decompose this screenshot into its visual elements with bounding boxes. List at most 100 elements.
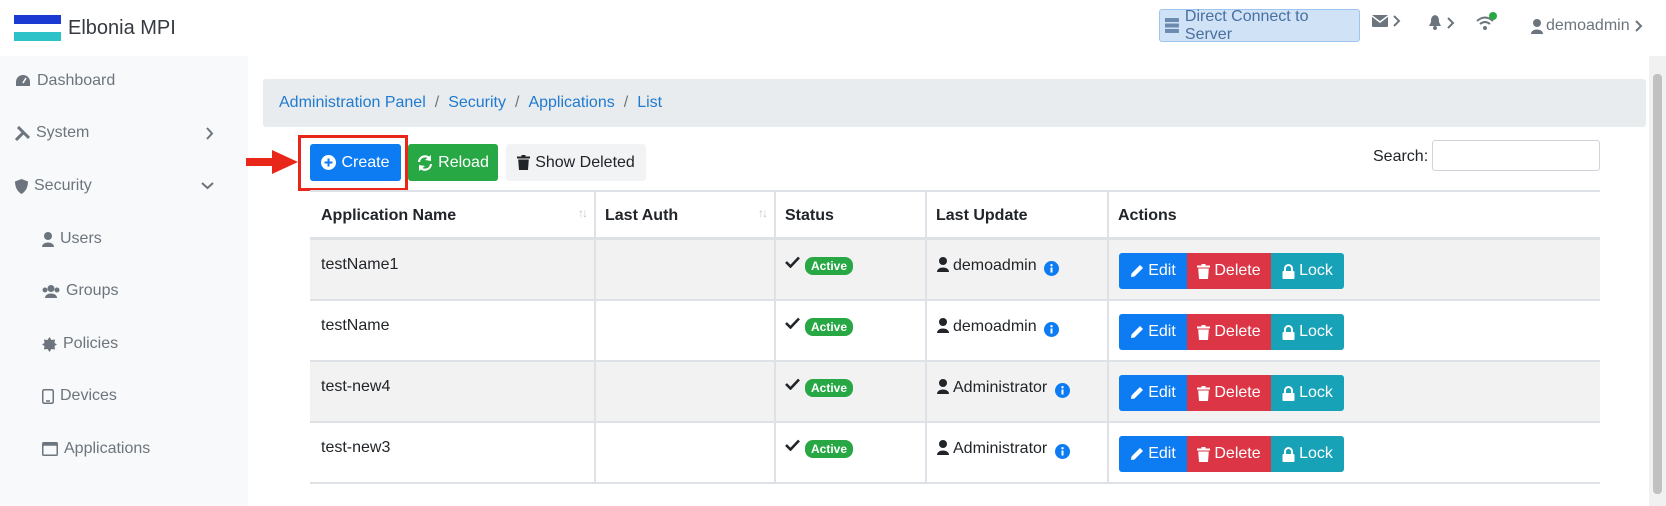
- sidebar-item-users[interactable]: Users: [42, 230, 102, 248]
- lock-button[interactable]: Lock: [1271, 253, 1344, 289]
- breadcrumb-list[interactable]: List: [637, 94, 662, 112]
- status-cell: Active: [774, 362, 925, 421]
- lock-icon: [1282, 324, 1295, 340]
- pencil-icon: [1131, 387, 1144, 399]
- user-icon: [937, 257, 949, 272]
- delete-button[interactable]: Delete: [1187, 375, 1271, 411]
- check-icon: [785, 378, 800, 390]
- status-cell: Active: [774, 240, 925, 299]
- user-menu[interactable]: demoadmin: [1531, 17, 1643, 35]
- sidebar-item-groups[interactable]: Groups: [42, 282, 118, 300]
- pencil-icon: [1131, 265, 1144, 277]
- lock-button[interactable]: Lock: [1271, 375, 1344, 411]
- scrollbar-thumb[interactable]: [1653, 74, 1662, 494]
- bell-icon: [1429, 15, 1441, 30]
- notifications-dropdown[interactable]: [1428, 15, 1455, 30]
- check-icon: [785, 317, 800, 329]
- last-auth-cell: [594, 362, 774, 421]
- column-header-last-update: Last Update: [936, 206, 1028, 224]
- status-badge: Active: [805, 440, 854, 458]
- updated-by: Administrator: [953, 379, 1048, 396]
- delete-button[interactable]: Delete: [1187, 314, 1271, 350]
- actions-cell: Edit Delete Lock: [1107, 362, 1600, 421]
- users-icon: [42, 284, 60, 298]
- user-name: demoadmin: [1546, 17, 1630, 34]
- info-circle-icon[interactable]: [1055, 444, 1070, 459]
- direct-connect-button[interactable]: Direct Connect to Server: [1159, 8, 1360, 43]
- sidebar-item-applications[interactable]: Applications: [42, 440, 150, 458]
- show-deleted-button[interactable]: Show Deleted: [506, 144, 646, 181]
- pencil-icon: [1131, 448, 1144, 460]
- trash-icon: [517, 155, 531, 170]
- delete-button[interactable]: Delete: [1187, 436, 1271, 472]
- info-circle-icon[interactable]: [1044, 322, 1059, 337]
- messages-dropdown[interactable]: [1372, 15, 1401, 27]
- edit-button[interactable]: Edit: [1119, 253, 1187, 289]
- user-icon: [1531, 18, 1543, 34]
- arrow-indicator-icon: [246, 150, 298, 174]
- envelope-icon: [1372, 15, 1388, 27]
- sidebar-item-dashboard[interactable]: Dashboard: [15, 72, 115, 90]
- sidebar: Dashboard System Security Users Groups P…: [0, 56, 248, 506]
- check-icon: [785, 439, 800, 451]
- delete-button[interactable]: Delete: [1187, 253, 1271, 289]
- status-cell: Active: [774, 423, 925, 482]
- breadcrumb-security[interactable]: Security: [448, 94, 506, 112]
- sidebar-item-label: Groups: [66, 282, 119, 299]
- user-icon: [937, 440, 949, 455]
- shield-icon: [15, 178, 28, 194]
- plus-circle-icon: [321, 155, 337, 170]
- chevron-right-icon: [206, 126, 214, 140]
- updated-by: Administrator: [953, 440, 1048, 457]
- chevron-right-icon: [1393, 15, 1401, 27]
- tools-icon: [15, 125, 30, 141]
- last-update-cell: demoadmin: [925, 240, 1107, 299]
- actions-cell: Edit Delete Lock: [1107, 240, 1600, 299]
- search-input[interactable]: [1432, 140, 1600, 171]
- sidebar-item-system[interactable]: System: [15, 124, 220, 142]
- sort-icon: ↑↓: [578, 206, 588, 220]
- breadcrumb-applications[interactable]: Applications: [528, 94, 614, 112]
- sidebar-item-security[interactable]: Security: [15, 177, 220, 195]
- last-auth-cell: [594, 423, 774, 482]
- user-icon: [937, 318, 949, 333]
- info-circle-icon[interactable]: [1044, 261, 1059, 276]
- actions-cell: Edit Delete Lock: [1107, 301, 1600, 360]
- chevron-right-icon: [1634, 20, 1643, 32]
- column-header-last-auth[interactable]: Last Auth ↑↓: [594, 192, 774, 239]
- flag-logo: [14, 15, 61, 42]
- sort-icon: ↑↓: [758, 206, 768, 220]
- sidebar-item-policies[interactable]: Policies: [42, 335, 118, 353]
- column-header-status: Status: [785, 206, 834, 224]
- column-header-application-name[interactable]: Application Name ↑↓: [310, 192, 594, 239]
- edit-button[interactable]: Edit: [1119, 314, 1187, 350]
- tachometer-icon: [16, 75, 30, 86]
- edit-button[interactable]: Edit: [1119, 375, 1187, 411]
- chevron-down-icon: [201, 182, 214, 190]
- column-header-actions: Actions: [1118, 206, 1177, 224]
- table-row: testName1 Active demoadmin Edit Delete L…: [310, 240, 1600, 301]
- breadcrumb-administration-panel[interactable]: Administration Panel: [279, 94, 426, 112]
- last-auth-cell: [594, 301, 774, 360]
- connection-status[interactable]: [1476, 12, 1498, 32]
- create-button[interactable]: Create: [310, 144, 401, 181]
- breadcrumb-separator: /: [515, 94, 520, 111]
- info-circle-icon[interactable]: [1055, 383, 1070, 398]
- chevron-right-icon: [1447, 16, 1455, 29]
- pencil-icon: [1131, 326, 1144, 338]
- last-auth-cell: [594, 240, 774, 299]
- reload-button[interactable]: Reload: [408, 144, 498, 181]
- page-scrollbar[interactable]: [1649, 56, 1666, 506]
- trash-icon: [1197, 263, 1211, 279]
- last-update-cell: Administrator: [925, 362, 1107, 421]
- lock-icon: [1282, 263, 1295, 279]
- lock-button[interactable]: Lock: [1271, 314, 1344, 350]
- sidebar-item-devices[interactable]: Devices: [42, 387, 117, 405]
- lock-button[interactable]: Lock: [1271, 436, 1344, 472]
- edit-button[interactable]: Edit: [1119, 436, 1187, 472]
- breadcrumb-separator: /: [623, 94, 629, 111]
- brand[interactable]: Elbonia MPI: [14, 15, 176, 42]
- status-badge: Active: [805, 257, 854, 275]
- brand-name: Elbonia MPI: [68, 16, 176, 39]
- wifi-icon: [1476, 12, 1497, 30]
